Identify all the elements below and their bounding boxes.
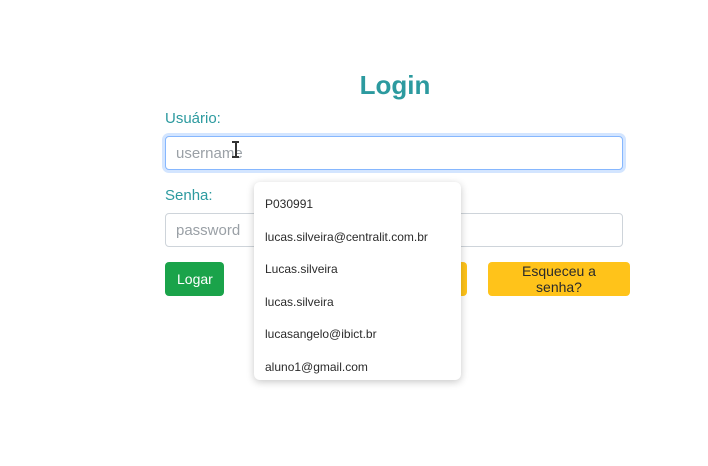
autocomplete-option[interactable]: lucas.silveira	[254, 286, 461, 319]
autocomplete-dropdown: P030991 lucas.silveira@centralit.com.br …	[254, 182, 461, 380]
forgot-password-button[interactable]: Esqueceu a senha?	[488, 262, 630, 296]
autocomplete-option[interactable]: aluno1@gmail.com	[254, 351, 461, 384]
autocomplete-option[interactable]: Lucas.silveira	[254, 253, 461, 286]
password-label: Senha:	[165, 187, 213, 204]
login-button[interactable]: Logar	[165, 262, 224, 296]
login-page: Login Usuário: Senha: Logar Esqueceu a s…	[0, 0, 708, 466]
autocomplete-option[interactable]: lucasangelo@ibict.br	[254, 318, 461, 351]
username-label: Usuário:	[165, 110, 221, 127]
text-cursor-icon	[232, 141, 240, 158]
autocomplete-option[interactable]: lucas.silveira@centralit.com.br	[254, 221, 461, 254]
page-title: Login	[359, 70, 431, 100]
autocomplete-option[interactable]: P030991	[254, 188, 461, 221]
